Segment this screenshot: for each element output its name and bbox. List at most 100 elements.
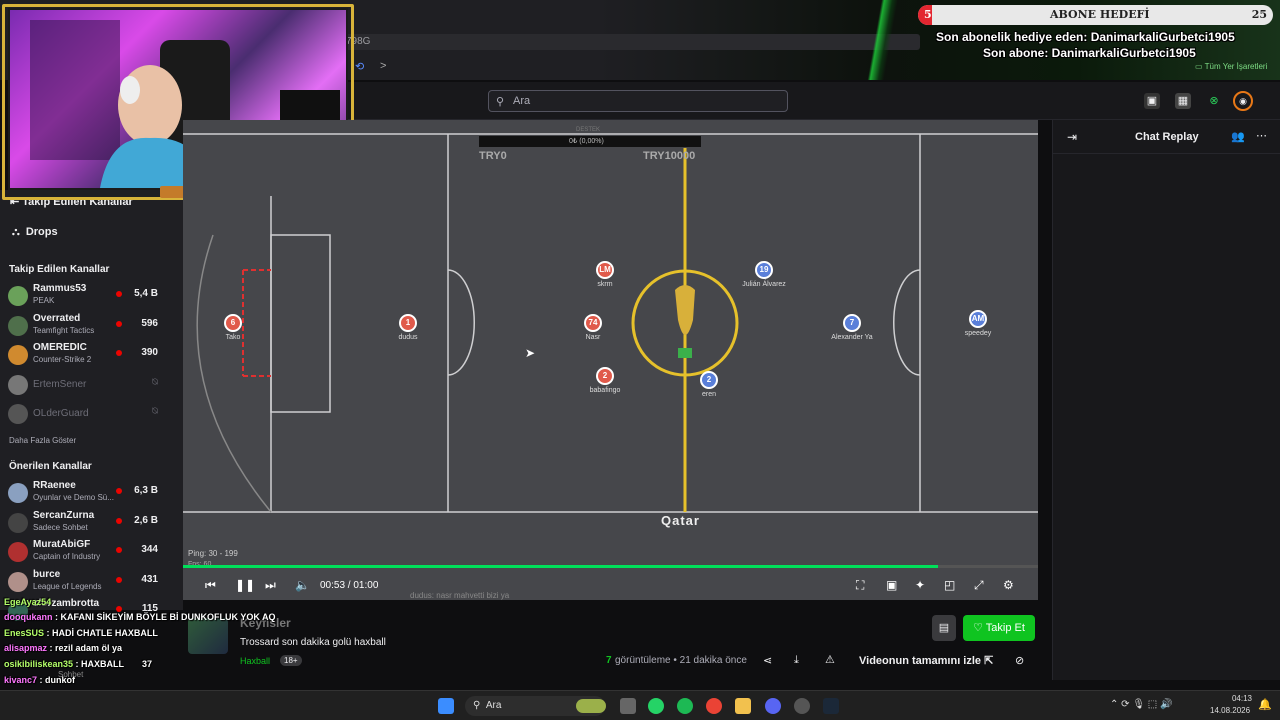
subscribe-button[interactable]: ▤	[932, 615, 956, 641]
forward-icon[interactable]: ⏭	[265, 578, 276, 593]
live-dot	[116, 350, 122, 356]
spotify-icon[interactable]	[677, 698, 693, 714]
trophy-base	[678, 348, 692, 358]
player-disc: 2	[700, 371, 718, 389]
offline-icon: ⍉	[152, 376, 158, 388]
channel-name: burce	[33, 568, 61, 580]
channel-item[interactable]: RRaenee Oyunlar ve Demo Sü... 6,3 B	[8, 479, 178, 507]
widget-icon[interactable]	[576, 699, 606, 713]
pip-icon[interactable]: ◰	[944, 578, 955, 592]
top-nav	[345, 82, 1280, 120]
collapse-chat-icon[interactable]: ⇥	[1067, 130, 1077, 144]
mute-icon[interactable]: ⊘	[1015, 654, 1024, 667]
bookmarks-link[interactable]: ▭ Tüm Yer İşaretleri	[1195, 62, 1267, 71]
channel-game: Counter-Strike 2	[33, 355, 92, 364]
channel-item[interactable]: ErtemSener ⍉	[8, 371, 178, 399]
inbox-icon[interactable]: ▦	[1175, 93, 1191, 109]
notifications-icon[interactable]: ▣	[1144, 93, 1160, 109]
channel-avatar	[8, 374, 28, 395]
whatsapp-icon[interactable]	[648, 698, 664, 714]
search-placeholder: Ara	[513, 95, 531, 107]
channel-name: OMEREDIC	[33, 342, 87, 353]
download-icon[interactable]: ⤓	[794, 654, 799, 667]
player-name: babafingo	[589, 387, 621, 394]
theatre-icon[interactable]: ▣	[886, 578, 897, 592]
goal-target: 25	[1251, 8, 1267, 21]
channel-item[interactable]: SercanZurna Sadece Sohbet 2,6 B	[8, 509, 178, 537]
notification-icon[interactable]: 🔔	[1258, 698, 1272, 711]
trophy-icon	[675, 285, 695, 335]
address-bar[interactable]: 798G	[340, 34, 920, 50]
refresh-icon[interactable]: ⟲	[355, 60, 364, 73]
clock-time: 04:13	[1231, 694, 1252, 703]
rewind-icon[interactable]: ⏮	[205, 578, 216, 593]
drops-link[interactable]: ⛬ Drops	[12, 226, 58, 239]
player-name: Julián Álvarez	[742, 281, 786, 288]
more-icon[interactable]: ⋯	[1256, 129, 1267, 142]
folder-icon: ▭	[1195, 62, 1203, 71]
channel-avatar	[8, 286, 28, 306]
fullscreen-icon[interactable]: ⤢	[974, 578, 984, 593]
recommended-section-title: Önerilen Kanallar	[9, 461, 92, 472]
settings-icon[interactable]: ⚙	[1003, 578, 1014, 592]
watch-full-link[interactable]: Videonun tamamını izle ⇱	[859, 654, 993, 667]
volume-icon[interactable]: 🔈	[295, 578, 310, 592]
share-icon[interactable]: ⋖	[763, 654, 772, 667]
report-icon[interactable]: ⚠	[825, 653, 835, 666]
settings-sparkle-icon[interactable]: ✦	[915, 578, 925, 592]
player-name: Nasr	[585, 334, 601, 341]
chrome-icon[interactable]	[706, 698, 722, 714]
follow-button[interactable]: ♡ Takip Et	[963, 615, 1035, 641]
left-arc	[447, 269, 475, 376]
last-gift-sub: Son abonelik hediye eden: DanimarkaliGur…	[936, 30, 1235, 44]
channel-game: Captain of Industry	[33, 552, 101, 561]
channel-item[interactable]: MuratAbiGF Captain of Industry 344	[8, 538, 178, 566]
channel-name: RRaenee	[33, 480, 76, 491]
task-view-icon[interactable]	[620, 698, 636, 714]
viewer-count: 5,4 B	[134, 288, 158, 299]
player-disc: AM	[969, 310, 987, 328]
xbox-icon[interactable]: ⊗	[1206, 93, 1222, 109]
channel-item[interactable]: burce League of Legends 431	[8, 568, 178, 596]
windows-start-icon[interactable]	[438, 698, 454, 714]
nav-chevron-icon[interactable]: >	[380, 60, 386, 72]
channel-item[interactable]: Overrated Teamfight Tactics 596	[8, 312, 178, 340]
watch-full-label: Videonun tamamını izle	[859, 655, 982, 667]
pitch	[183, 133, 1038, 513]
users-icon[interactable]: 👥	[1231, 130, 1245, 143]
channel-item[interactable]: Rammus53 PEAK 5,4 B	[8, 282, 178, 310]
app-icon[interactable]	[794, 698, 810, 714]
discord-icon[interactable]	[765, 698, 781, 714]
pause-icon[interactable]: ❚❚	[235, 578, 255, 592]
offline-icon: ⍉	[152, 406, 158, 417]
sohbet-caption: Sohbet	[58, 670, 84, 679]
file-explorer-icon[interactable]	[735, 698, 751, 714]
channel-avatar[interactable]	[188, 618, 228, 654]
views-count: 7	[606, 655, 612, 666]
avatar[interactable]: ◉	[1233, 91, 1253, 111]
channel-game: Oyunlar ve Demo Sü...	[33, 493, 114, 502]
tray-icons[interactable]: ⌃ ⟳ 🎙 ⬚ 🔊	[1110, 699, 1172, 710]
player-name: Alexander Ya	[831, 334, 873, 341]
category-link[interactable]: Haxball	[240, 656, 270, 666]
search-input[interactable]: ⚲ Ara	[488, 90, 788, 112]
show-more-link[interactable]: Daha Fazla Göster	[9, 436, 76, 445]
goal-title: ABONE HEDEFİ	[1050, 8, 1150, 21]
overlay-chat-message: : HAXBALL	[73, 659, 125, 669]
channel-item[interactable]: OMEREDIC Counter-Strike 2 390	[8, 341, 178, 369]
steam-icon[interactable]	[823, 698, 839, 714]
player-disc: 19	[755, 261, 773, 279]
channel-name: MuratAbiGF	[33, 539, 91, 550]
viewer-count: 344	[141, 544, 158, 555]
channel-item[interactable]: OLderGuard ⍉	[8, 400, 178, 428]
channel-game: League of Legends	[33, 581, 102, 591]
external-link-icon: ⇱	[984, 655, 994, 667]
channel-avatar	[8, 542, 28, 562]
try-left: TRY0	[479, 150, 507, 162]
video-player[interactable]: DESTEK 0₺ (0,00%) TRY0 TRY10000 Qatar 6 T…	[183, 120, 1038, 600]
channel-name: ErtemSener	[33, 378, 87, 390]
player-disc: 7	[843, 314, 861, 332]
player-controls: ⏮ ❚❚ ⏭ 🔈 00:53 / 01:00 ⛶ ▣ ✦ ◰ ⤢ ⚙	[183, 570, 1038, 600]
channel-avatar	[8, 315, 28, 336]
clip-icon[interactable]: ⛶	[856, 578, 864, 593]
